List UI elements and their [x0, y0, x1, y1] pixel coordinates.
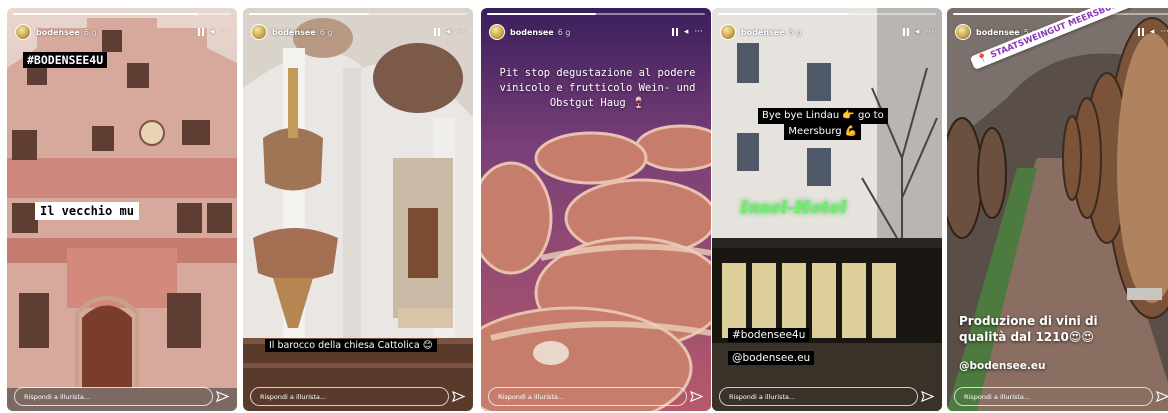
- more-icon[interactable]: ···: [694, 27, 703, 37]
- volume-icon[interactable]: ◂: [446, 27, 451, 37]
- caption-line: Pit stop degustazione al podere: [499, 67, 696, 79]
- story-card-old-town-hall[interactable]: bodensee 6 g ◂ ··· #BODENSEE4U Il vecchi…: [7, 8, 237, 411]
- reply-field[interactable]: Rispondi a illurista...: [954, 387, 1153, 406]
- reply-placeholder: Rispondi a illurista...: [964, 392, 1031, 401]
- caption-line: Bye bye Lindau 👉 go to: [758, 108, 888, 124]
- reply-field[interactable]: Rispondi a illurista...: [14, 387, 213, 406]
- smile-emoji: 😊: [422, 340, 433, 351]
- pause-icon[interactable]: [671, 28, 678, 36]
- avatar[interactable]: [15, 24, 31, 40]
- caption-text: Il barocco della chiesa Cattolica: [269, 340, 420, 351]
- send-icon[interactable]: [452, 390, 465, 403]
- volume-icon[interactable]: ◂: [1150, 27, 1155, 37]
- location-pin-icon: 📍: [976, 52, 991, 66]
- avatar[interactable]: [955, 24, 971, 40]
- stories-strip: bodensee 6 g ◂ ··· #BODENSEE4U Il vecchi…: [0, 0, 1168, 413]
- send-icon[interactable]: [690, 390, 703, 403]
- more-icon[interactable]: ···: [925, 27, 934, 37]
- time-ago: 6 g: [557, 27, 571, 37]
- pause-icon[interactable]: [197, 28, 204, 36]
- username[interactable]: bodensee: [976, 28, 1020, 37]
- more-icon[interactable]: ···: [1160, 27, 1168, 37]
- avatar[interactable]: [251, 24, 267, 40]
- reply-field[interactable]: Rispondi a illurista...: [488, 387, 687, 406]
- volume-icon[interactable]: ◂: [684, 27, 689, 37]
- caption-line: Meersburg 💪: [784, 124, 862, 140]
- avatar[interactable]: [720, 24, 736, 40]
- reply-placeholder: Rispondi a illurista...: [498, 392, 565, 401]
- hashtag-sticker: #bodensee4u: [728, 328, 810, 342]
- send-icon[interactable]: [921, 390, 934, 403]
- pause-icon[interactable]: [902, 28, 909, 36]
- username[interactable]: bodensee: [272, 28, 316, 37]
- time-ago: 6 g: [319, 27, 333, 37]
- volume-icon[interactable]: ◂: [915, 27, 920, 37]
- reply-placeholder: Rispondi a illurista...: [24, 392, 91, 401]
- story-card-wine-cellar[interactable]: bodensee 5 g ◂ ··· 📍 STAATSWEINGUT MEERS…: [947, 8, 1168, 411]
- avatar[interactable]: [489, 24, 505, 40]
- caption-line: Obstgut Haug 🍷: [549, 97, 646, 109]
- story-caption: Pit stop degustazione al podere vinicolo…: [495, 66, 700, 111]
- story-header: bodensee 5 g ◂ ···: [720, 22, 934, 42]
- story-header: bodensee 6 g ◂ ···: [15, 22, 229, 42]
- send-icon[interactable]: [216, 390, 229, 403]
- story-progress-bar: [953, 13, 1168, 15]
- reply-field[interactable]: Rispondi a illurista...: [250, 387, 449, 406]
- pause-icon[interactable]: [1137, 28, 1144, 36]
- time-ago: 6 g: [83, 27, 97, 37]
- story-caption: Il barocco della chiesa Cattolica 😊: [265, 339, 437, 352]
- volume-icon[interactable]: ◂: [210, 27, 215, 37]
- caption-line: Produzione di vini di: [959, 314, 1098, 328]
- caption-line: qualità dal 1210😍😍: [959, 330, 1094, 344]
- story-progress-bar: [487, 13, 705, 15]
- story-card-wine-barrels[interactable]: bodensee 6 g ◂ ··· Pit stop degustazione…: [481, 8, 711, 411]
- hashtag-sticker: #BODENSEE4U: [23, 52, 108, 68]
- time-ago: 5 g: [788, 27, 802, 37]
- more-icon[interactable]: ···: [220, 27, 229, 37]
- send-icon[interactable]: [1156, 390, 1168, 403]
- story-header: bodensee 6 g ◂ ···: [489, 22, 703, 42]
- username[interactable]: bodensee: [36, 28, 80, 37]
- caption-line: vinicolo e frutticolo Wein- und: [499, 82, 696, 94]
- story-progress-bar: [13, 13, 231, 15]
- more-icon[interactable]: ···: [456, 27, 465, 37]
- hotel-neon-sign: Insel-Hotel: [740, 198, 847, 218]
- story-caption: Il vecchio mu: [35, 202, 139, 220]
- story-header: bodensee 6 g ◂ ···: [251, 22, 465, 42]
- username[interactable]: bodensee: [510, 28, 554, 37]
- story-caption: Bye bye Lindau 👉 go to Meersburg 💪: [758, 108, 888, 140]
- story-progress-bar: [249, 13, 467, 15]
- mention-sticker[interactable]: @bodensee.eu: [959, 360, 1045, 372]
- story-image-cellar: [947, 8, 1168, 411]
- pause-icon[interactable]: [433, 28, 440, 36]
- reply-placeholder: Rispondi a illurista...: [729, 392, 796, 401]
- mention-sticker[interactable]: @bodensee.eu: [728, 351, 815, 365]
- reply-placeholder: Rispondi a illurista...: [260, 392, 327, 401]
- reply-field[interactable]: Rispondi a illurista...: [719, 387, 918, 406]
- story-progress-bar: [718, 13, 936, 15]
- story-caption: Produzione di vini di qualità dal 1210😍😍: [959, 313, 1098, 345]
- username[interactable]: bodensee: [741, 28, 785, 37]
- story-card-baroque-church[interactable]: bodensee 6 g ◂ ··· Il barocco della chie…: [243, 8, 473, 411]
- story-card-meersburg-hotel[interactable]: Insel-Hotel bodensee 5 g ◂ ··· Bye bye L…: [712, 8, 942, 411]
